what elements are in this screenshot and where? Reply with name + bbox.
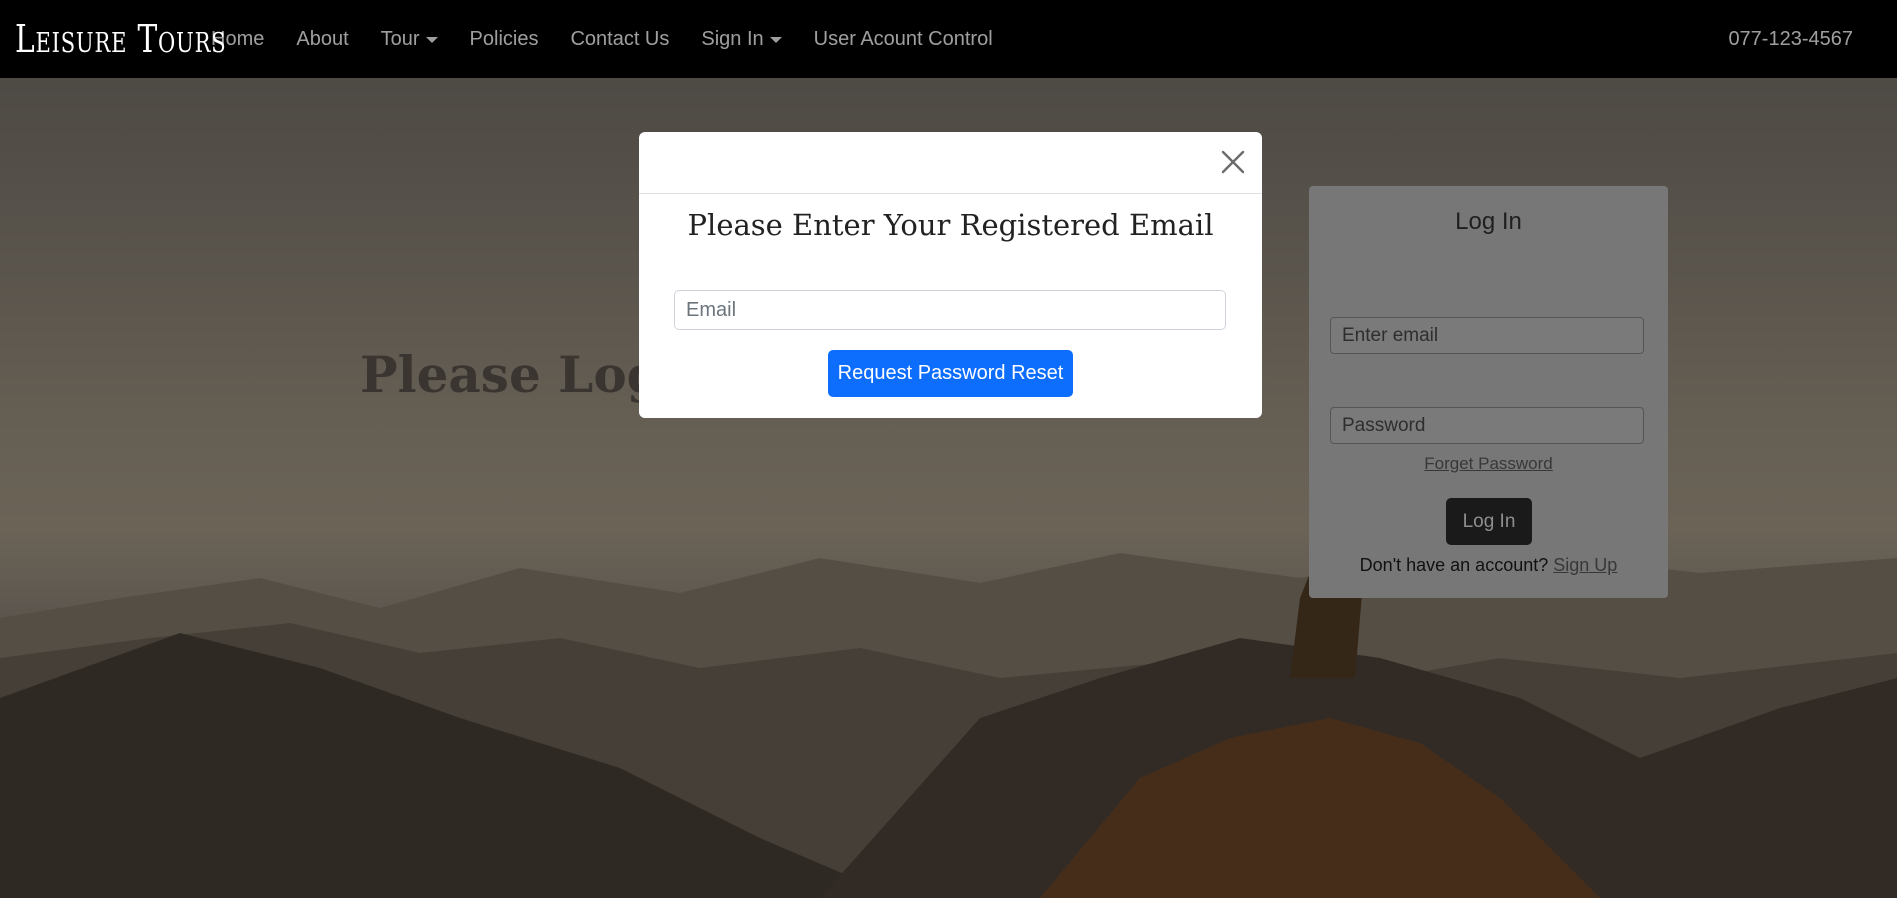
nav-link-home[interactable]: Home [211, 28, 264, 51]
login-button[interactable]: Log In [1446, 498, 1532, 545]
nav-link-about[interactable]: About [296, 28, 348, 51]
login-email-input[interactable] [1330, 317, 1644, 354]
nav-dropdown-tour-label: Tour [380, 27, 420, 50]
close-icon[interactable] [1220, 149, 1246, 175]
signup-prompt: Don't have an account? Sign Up [1309, 555, 1668, 576]
nav-link-policies[interactable]: Policies [470, 28, 539, 51]
modal-title: Please Enter Your Registered Email [687, 208, 1214, 242]
signup-link[interactable]: Sign Up [1553, 555, 1617, 575]
login-card: Log In Forget Password Log In Don't have… [1309, 186, 1668, 598]
nav-link-contact[interactable]: Contact Us [570, 28, 669, 51]
nav-links: Home About Tour Policies Contact Us Sign… [211, 0, 1025, 78]
reset-email-input[interactable] [674, 290, 1226, 330]
nav-link-user-account-control[interactable]: User Acount Control [814, 28, 993, 51]
caret-down-icon [425, 37, 438, 43]
no-account-text: Don't have an account? [1359, 555, 1549, 575]
modal-header [639, 132, 1262, 194]
caret-down-icon [769, 37, 782, 43]
login-password-input[interactable] [1330, 407, 1644, 444]
navbar: Leisure Tours Home About Tour Policies C… [0, 0, 1897, 78]
forget-password-link[interactable]: Forget Password [1309, 454, 1668, 474]
phone-number: 077-123-4567 [1728, 27, 1853, 50]
nav-dropdown-sign-in-label: Sign In [701, 27, 764, 50]
nav-dropdown-tour[interactable]: Tour [381, 28, 438, 51]
nav-dropdown-sign-in[interactable]: Sign In [701, 27, 782, 51]
request-password-reset-button[interactable]: Request Password Reset [828, 350, 1073, 397]
password-reset-modal: Please Enter Your Registered Email Reque… [639, 132, 1262, 418]
login-card-title: Log In [1455, 208, 1522, 235]
brand-logo[interactable]: Leisure Tours [15, 17, 226, 61]
